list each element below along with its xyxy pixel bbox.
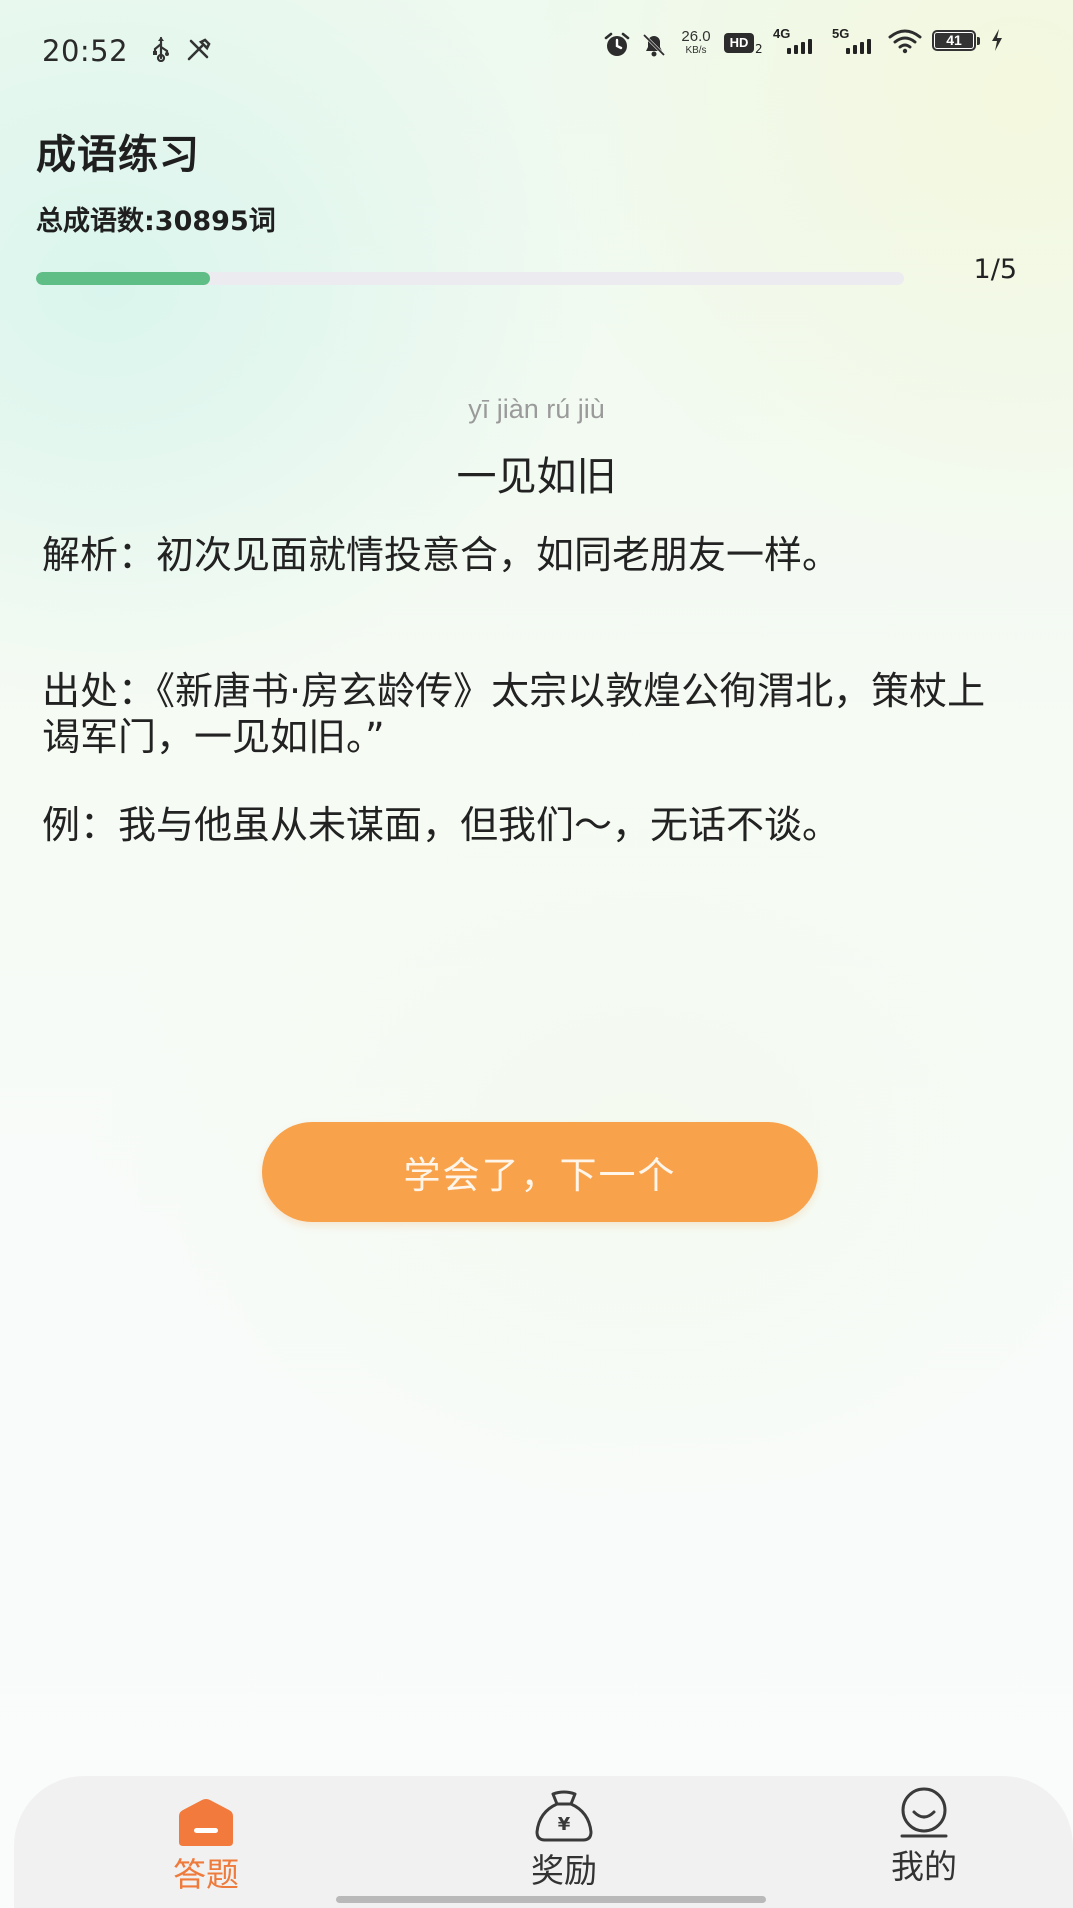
example-label: 例： xyxy=(42,803,119,847)
total-idiom-count: 总成语数:30895词 xyxy=(36,206,276,237)
signal-5g: 5G xyxy=(832,26,876,56)
net-speed-value: 26.0 xyxy=(681,28,711,45)
next-idiom-button[interactable]: 学会了，下一个 xyxy=(262,1122,818,1222)
battery-icon: 41 xyxy=(932,30,980,51)
signal-bars-icon xyxy=(846,38,871,54)
source-label: 出处： xyxy=(42,669,157,713)
usb-icon xyxy=(150,36,172,66)
svg-text:¥: ¥ xyxy=(558,1814,571,1835)
progress-bar-fill xyxy=(36,272,210,285)
net-speed-unit: KB/s xyxy=(685,45,707,56)
tab-reward[interactable]: ¥ 奖励 xyxy=(484,1776,644,1908)
alarm-icon xyxy=(603,31,631,63)
status-time: 20:52 xyxy=(42,34,129,68)
progress-text: 1/5 xyxy=(973,254,1017,285)
tab-reward-label: 奖励 xyxy=(531,1851,597,1890)
home-icon xyxy=(173,1798,239,1852)
bottom-nav: 答题 ¥ 奖励 我的 xyxy=(14,1776,1073,1908)
battery-level: 41 xyxy=(946,32,962,48)
charging-icon xyxy=(990,28,1004,56)
tab-mine-label: 我的 xyxy=(891,1847,957,1886)
page-title: 成语练习 xyxy=(36,132,200,178)
smiley-icon xyxy=(894,1786,954,1842)
wifi-icon xyxy=(888,28,922,58)
net-speed: 26.0 KB/s xyxy=(676,29,716,57)
tab-mine[interactable]: 我的 xyxy=(844,1776,1004,1908)
source-paragraph: 出处：《新唐书·房玄龄传》太宗以敦煌公徇渭北，策杖上谒军门，一见如旧。” xyxy=(42,668,1012,760)
tab-answer-label: 答题 xyxy=(173,1855,239,1894)
signal-bars-icon xyxy=(787,38,812,54)
example-text: 我与他虽从未谋面，但我们～，无话不谈。 xyxy=(118,803,841,847)
hd-badge: HD xyxy=(724,33,754,53)
explanation-text: 初次见面就情投意合，如同老朋友一样。 xyxy=(156,533,841,577)
tools-icon xyxy=(186,38,212,66)
signal-4g: 4G xyxy=(773,26,817,56)
explanation-label: 解析： xyxy=(42,533,157,577)
bell-off-icon xyxy=(640,31,668,63)
idiom-text: 一见如旧 xyxy=(456,454,617,500)
status-bar: 20:52 26.0 KB/s HD 2 4G 5G 41 xyxy=(0,0,1073,100)
source-text: 《新唐书·房玄龄传》太宗以敦煌公徇渭北，策杖上谒军门，一见如旧。” xyxy=(42,669,986,759)
hd-sub: 2 xyxy=(755,42,763,56)
example-paragraph: 例：我与他虽从未谋面，但我们～，无话不谈。 xyxy=(42,802,1012,848)
tab-answer[interactable]: 答题 xyxy=(126,1776,286,1908)
idiom-pinyin: yī jiàn rú jiù xyxy=(468,394,605,424)
explanation-paragraph: 解析：初次见面就情投意合，如同老朋友一样。 xyxy=(42,532,1012,578)
home-indicator[interactable] xyxy=(336,1896,766,1903)
money-bag-icon: ¥ xyxy=(531,1790,597,1848)
progress-bar xyxy=(36,272,904,285)
